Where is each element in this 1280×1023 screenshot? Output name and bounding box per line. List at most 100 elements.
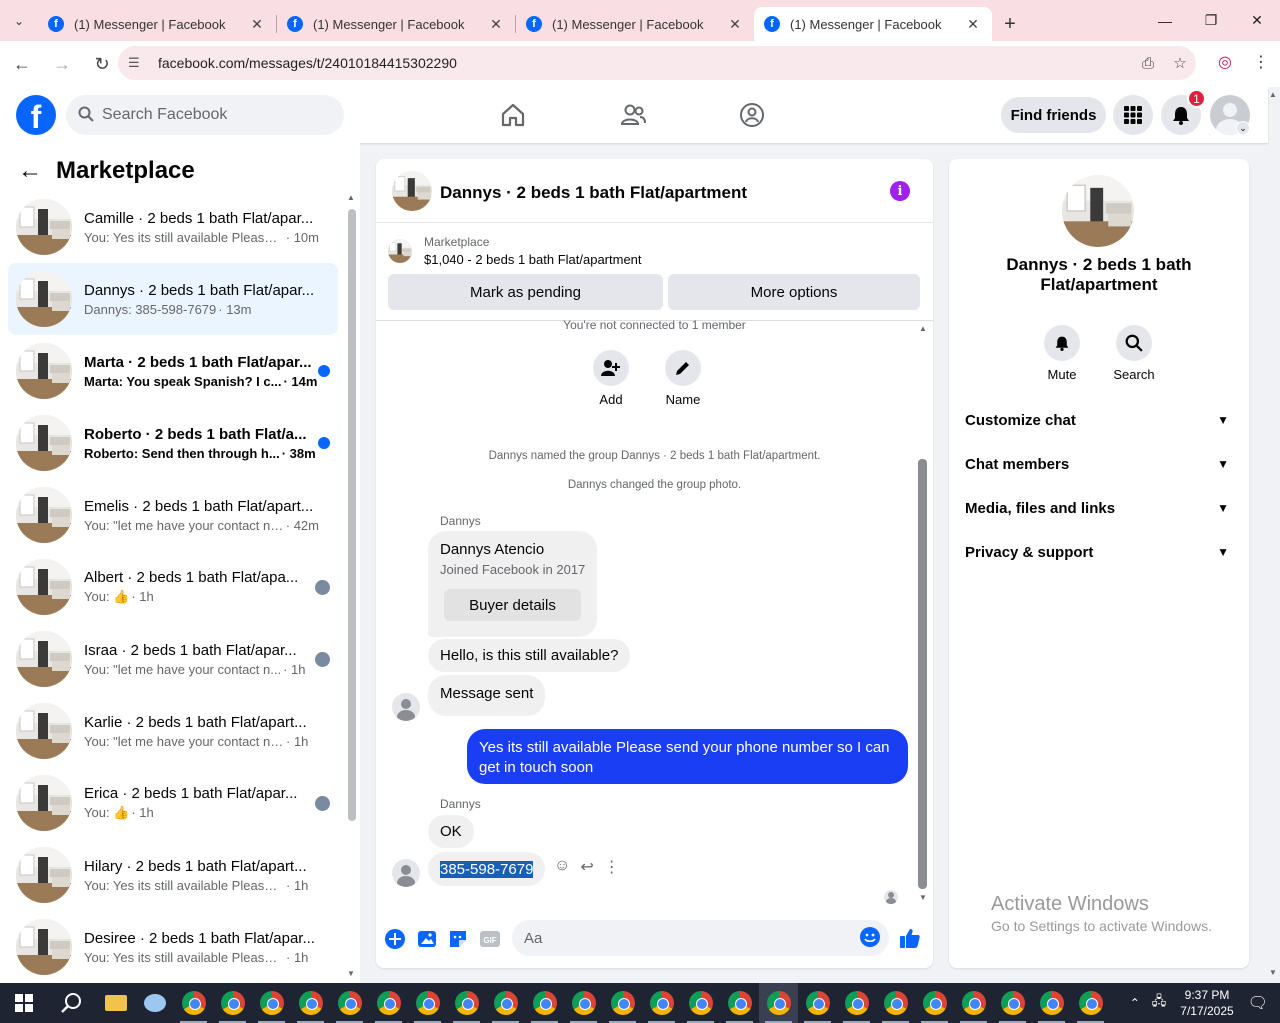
chevron-down-icon[interactable]: ⌄	[1236, 121, 1250, 135]
conversation-item[interactable]: Camille · 2 beds 1 bath Flat/apar... You:…	[8, 191, 338, 263]
chrome-taskbar-icon[interactable]	[642, 983, 681, 1023]
tray-overflow-chevron-icon[interactable]: ⌃	[1130, 996, 1140, 1010]
chrome-taskbar-icon[interactable]	[954, 983, 993, 1023]
chrome-taskbar-icon[interactable]	[525, 983, 564, 1023]
chrome-taskbar-icon[interactable]	[291, 983, 330, 1023]
conversation-item[interactable]: Marta · 2 beds 1 bath Flat/apar... Marta:…	[8, 335, 338, 407]
more-icon[interactable]: ⋮	[604, 857, 620, 877]
back-icon[interactable]: ←	[4, 46, 40, 82]
chrome-taskbar-icon[interactable]	[837, 983, 876, 1023]
chrome-taskbar-icon[interactable]	[447, 983, 486, 1023]
scroll-up-arrow-icon[interactable]: ▲	[347, 193, 355, 202]
file-explorer-icon[interactable]	[96, 983, 135, 1023]
groups-icon[interactable]	[738, 101, 766, 129]
search-conversation-button[interactable]: Search	[1104, 325, 1164, 382]
outgoing-message-bubble[interactable]: Yes its still available Please send your…	[467, 729, 908, 784]
chrome-taskbar-icon[interactable]	[720, 983, 759, 1023]
chat-avatar[interactable]	[392, 171, 432, 211]
chat-members-section[interactable]: Chat members ▼	[965, 442, 1233, 486]
conversation-item[interactable]: Israa · 2 beds 1 bath Flat/apar... You: "…	[8, 623, 338, 695]
conversation-item[interactable]: Desiree · 2 beds 1 bath Flat/apar... You:…	[8, 911, 338, 983]
chrome-taskbar-icon[interactable]	[252, 983, 291, 1023]
browser-tab-4-active[interactable]: f (1) Messenger | Facebook ✕	[754, 7, 992, 41]
browser-tab-1[interactable]: f (1) Messenger | Facebook ✕	[38, 7, 276, 41]
chrome-taskbar-icon[interactable]	[174, 983, 213, 1023]
friends-icon[interactable]	[619, 101, 647, 129]
page-scroll-down-arrow-icon[interactable]: ▼	[1269, 968, 1277, 977]
find-friends-button[interactable]: Find friends	[1001, 97, 1106, 133]
chrome-taskbar-icon[interactable]	[798, 983, 837, 1023]
reply-icon[interactable]: ↩	[580, 857, 593, 877]
chrome-taskbar-icon[interactable]	[486, 983, 525, 1023]
new-tab-button[interactable]: +	[992, 7, 1028, 41]
browser-tab-3[interactable]: f (1) Messenger | Facebook ✕	[516, 7, 754, 41]
message-input[interactable]: Aa	[512, 920, 889, 956]
scroll-down-arrow-icon[interactable]: ▼	[919, 893, 927, 902]
scroll-down-arrow-icon[interactable]: ▼	[347, 969, 355, 978]
chrome-taskbar-icon[interactable]	[408, 983, 447, 1023]
conversation-item[interactable]: Roberto · 2 beds 1 bath Flat/a... Roberto…	[8, 407, 338, 479]
taskbar-search-icon[interactable]	[48, 983, 96, 1023]
profile-icon[interactable]: ◎	[1214, 51, 1236, 73]
close-tab-icon[interactable]: ✕	[248, 16, 266, 33]
message-bubble-sent-notice[interactable]: Message sent	[428, 675, 546, 716]
add-member-button[interactable]: Add	[581, 350, 641, 407]
message-bubble-ok[interactable]: OK	[428, 815, 474, 848]
chrome-taskbar-icon[interactable]	[759, 983, 798, 1023]
minimize-icon[interactable]: —	[1142, 0, 1188, 41]
mute-button[interactable]: Mute	[1032, 325, 1092, 382]
chrome-taskbar-icon[interactable]	[213, 983, 252, 1023]
plus-circle-icon[interactable]	[384, 928, 406, 950]
address-bar[interactable]: ☰ facebook.com/messages/t/24010184415302…	[118, 46, 1196, 80]
scroll-up-arrow-icon[interactable]: ▲	[919, 324, 927, 333]
phone-number-selected[interactable]: 385-598-7679	[440, 860, 534, 878]
emoji-icon[interactable]	[860, 927, 880, 947]
reload-icon[interactable]: ↻	[84, 46, 120, 82]
conversation-item[interactable]: Karlie · 2 beds 1 bath Flat/apart... You:…	[8, 695, 338, 767]
taskbar-clock[interactable]: 9:37 PM 7/17/2025	[1180, 987, 1233, 1019]
restore-icon[interactable]: ❐	[1188, 0, 1234, 41]
sidebar-scrollbar[interactable]	[348, 209, 356, 821]
facebook-search-input[interactable]: Search Facebook	[66, 95, 344, 135]
chrome-taskbar-icon[interactable]	[1071, 983, 1110, 1023]
chrome-taskbar-icon[interactable]	[915, 983, 954, 1023]
notification-center-icon[interactable]: 🗨	[1248, 993, 1268, 1013]
chrome-taskbar-icon[interactable]	[993, 983, 1032, 1023]
privacy-support-section[interactable]: Privacy & support ▼	[965, 530, 1233, 574]
close-tab-icon[interactable]: ✕	[726, 16, 744, 33]
install-app-icon[interactable]: ⎙	[1132, 55, 1164, 72]
thumbs-up-icon[interactable]	[899, 927, 921, 949]
customize-chat-section[interactable]: Customize chat ▼	[965, 398, 1233, 442]
group-photo[interactable]	[1062, 175, 1134, 247]
sticker-icon[interactable]	[447, 928, 469, 950]
message-bubble[interactable]: Hello, is this still available?	[428, 639, 631, 672]
network-icon[interactable]: 🖧	[1152, 992, 1167, 1014]
browser-tab-2[interactable]: f (1) Messenger | Facebook ✕	[277, 7, 515, 41]
back-arrow-icon[interactable]: ←	[18, 157, 42, 185]
chrome-taskbar-icon[interactable]	[876, 983, 915, 1023]
mark-as-pending-button[interactable]: Mark as pending	[388, 274, 663, 310]
chrome-taskbar-icon[interactable]	[564, 983, 603, 1023]
windows-start-icon[interactable]	[0, 983, 48, 1023]
react-emoji-icon[interactable]: ☺	[554, 857, 570, 877]
listing-summary[interactable]: Marketplace $1,040 - 2 beds 1 bath Flat/…	[388, 235, 642, 267]
info-icon[interactable]: i	[890, 181, 910, 201]
conversation-item[interactable]: Emelis · 2 beds 1 bath Flat/apart... You:…	[8, 479, 338, 551]
message-bubble-phone[interactable]: 385-598-7679	[428, 852, 546, 886]
media-files-links-section[interactable]: Media, files and links ▼	[965, 486, 1233, 530]
tab-search-dropdown[interactable]: ⌄	[0, 0, 38, 41]
buyer-details-button[interactable]: Buyer details	[444, 589, 581, 621]
paint-app-icon[interactable]	[135, 983, 174, 1023]
chrome-taskbar-icon[interactable]	[369, 983, 408, 1023]
close-window-icon[interactable]: ✕	[1234, 0, 1280, 41]
conversation-item[interactable]: Erica · 2 beds 1 bath Flat/apar... You: 👍…	[8, 767, 338, 839]
chat-title[interactable]: Dannys · 2 beds 1 bath Flat/apartment	[440, 183, 747, 203]
browser-menu-icon[interactable]: ⋮	[1250, 51, 1272, 73]
gif-icon[interactable]: GIF	[479, 928, 501, 950]
chrome-taskbar-icon[interactable]	[603, 983, 642, 1023]
menu-grid-button[interactable]	[1113, 95, 1153, 135]
close-tab-icon[interactable]: ✕	[964, 16, 982, 33]
photo-icon[interactable]	[416, 928, 438, 950]
conversation-item[interactable]: Hilary · 2 beds 1 bath Flat/apart... You:…	[8, 839, 338, 911]
conversation-item[interactable]: Dannys · 2 beds 1 bath Flat/apar... Danny…	[8, 263, 338, 335]
